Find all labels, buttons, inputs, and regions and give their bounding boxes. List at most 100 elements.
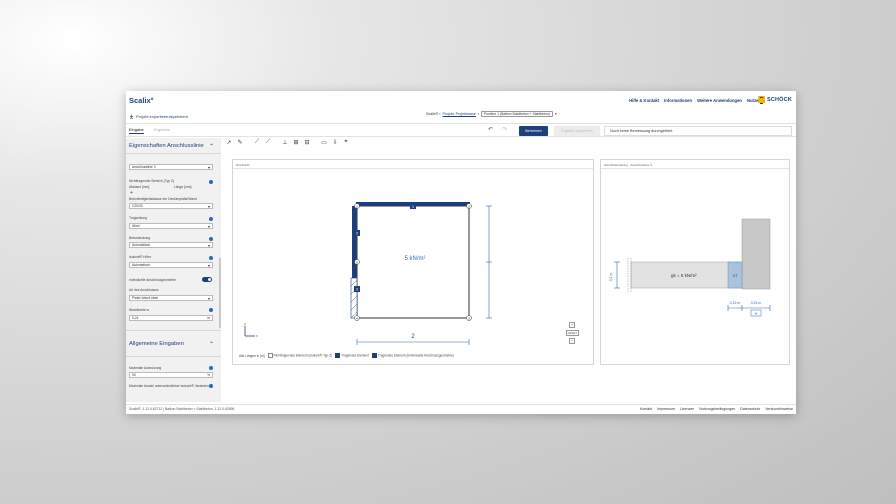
undo-icon[interactable]: ↶ [488, 126, 493, 133]
section-title-general[interactable]: Allgemeine Eingaben [129, 341, 184, 347]
version-info: Scalix®, 1.12.0.62712 | Balkon Stahlbeto… [129, 407, 235, 411]
info-icon[interactable] [209, 180, 213, 184]
breadcrumb-separator: • [477, 112, 480, 116]
utilization-label: Maximale Ausnutzung [129, 366, 162, 370]
info-icon[interactable] [209, 256, 213, 260]
footer-link-contact[interactable]: Kontakt [640, 407, 652, 411]
zoom-controls: + RESET − [565, 322, 579, 344]
individual-geometry-toggle[interactable] [202, 277, 212, 282]
footer-link-licenses[interactable]: Lizenzen [680, 407, 694, 411]
edit-shape-icon[interactable]: ✎ [236, 139, 244, 146]
schoeck-logo: SCHÖCK [757, 96, 792, 104]
app-window: Scalix° Hilfe & Kontakt Informationen We… [126, 91, 796, 414]
draw-polyline-icon[interactable]: ⟋ [264, 139, 272, 146]
betondeckung-select[interactable]: Automatisch [129, 242, 213, 248]
wall-section [741, 218, 771, 290]
section-view-panel: Schnittdarstellung - Anschlusslinie 3 XT… [600, 159, 790, 365]
schoeck-logo-icon [757, 96, 765, 104]
footer-links: Kontakt Impressum Lizenzen Nutzungsbedin… [640, 407, 793, 411]
top-navigation: Hilfe & Kontakt Informationen Weitere An… [629, 98, 760, 103]
breadcrumb: Scalix® • Projekt: Projektname • Positio… [426, 111, 557, 117]
nav-help[interactable]: Hilfe & Kontakt [629, 98, 659, 103]
column-icon[interactable]: ⊟ [303, 139, 311, 146]
monitor-icon[interactable]: ▭ [320, 139, 328, 146]
slab-outline[interactable] [356, 205, 470, 319]
top-view-panel: Draufsicht 1 2 3 1 2 3 4 5 5 kN/m² 2 x y… [232, 159, 594, 365]
select-cursor-icon[interactable]: ➚ [225, 139, 233, 146]
reset-button[interactable]: RESET [565, 330, 579, 336]
axis-x-label: x [256, 334, 258, 338]
legend-swatch [267, 353, 273, 358]
info-icon[interactable] [209, 366, 213, 370]
sidebar-scrollbar[interactable] [219, 258, 221, 328]
load-label[interactable]: 5 kN/m² [405, 256, 426, 262]
breadcrumb-root: Scalix® • [426, 112, 441, 116]
load-icon[interactable]: ⇩ [331, 139, 339, 146]
variants-label: Maximale Anzahl unterschiedlicher Isokor… [129, 384, 209, 388]
position-select[interactable]: Position 1 (Balkon Stahlbeton + Stahlbet… [481, 111, 553, 117]
utilization-input[interactable]: 90 % [129, 372, 213, 378]
redo-icon[interactable]: ↷ [502, 126, 507, 133]
xt-label: XT [732, 273, 738, 278]
edge-3-hatch[interactable] [350, 277, 358, 319]
edge-label-3: 3 [356, 288, 358, 292]
zoom-in-button[interactable]: + [569, 322, 576, 328]
concrete-label: Betonfestigkeitsklasse der Deckenplatte/… [129, 197, 197, 201]
properties-sidebar: Eigenschaften Anschlusslinie ⌃ Anschluss… [126, 138, 221, 402]
info-icon[interactable] [209, 384, 213, 388]
chevron-up-icon[interactable]: ⌃ [209, 143, 214, 150]
abstand-label: Abstand [mm] [129, 185, 150, 189]
legend-item: Tragendes Element (Individuelle Anschlus… [371, 353, 454, 358]
tragwirkung-select[interactable]: Wind [129, 223, 213, 229]
wall-width-input[interactable]: 0,24 m [129, 315, 213, 321]
line-select[interactable]: Anschlusslinie 3 [129, 164, 213, 170]
nontrag-label: Nichttragender Bereich (Typ Z) [129, 179, 175, 183]
scalix-logo[interactable]: Scalix° [129, 96, 154, 105]
concrete-select[interactable]: C25/30 [129, 203, 213, 209]
isokorb-height-select[interactable]: Automatisch [129, 262, 213, 268]
wall-icon[interactable]: ⊞ [292, 139, 300, 146]
zoom-out-button[interactable]: − [569, 338, 576, 344]
drawing-toolbar: ➚ ✎ ⟋ ⟋ ⊥ ⊞ ⊟ ▭ ⇩ ⌖ [225, 139, 350, 146]
tab-results[interactable]: Ergebnis [154, 127, 170, 132]
breadcrumb-project[interactable]: Projekt: Projektname [443, 112, 476, 116]
connection-type-label: Art des Anschlusses [129, 288, 159, 292]
axis-y-label: y [244, 322, 246, 326]
info-icon[interactable] [209, 308, 213, 312]
top-view-canvas[interactable]: 1 2 3 1 2 3 4 5 5 kN/m² 2 x y [233, 160, 595, 366]
chevron-up-icon[interactable]: ⌃ [209, 341, 214, 348]
chevron-down-icon[interactable]: ▾ [555, 112, 557, 116]
info-icon[interactable] [209, 217, 213, 221]
dimension-label-bottom: 2 [411, 334, 415, 340]
divider [126, 153, 221, 154]
export-result-button[interactable]: Ergebnis exportieren [554, 126, 600, 136]
section-title-line-properties[interactable]: Eigenschaften Anschlusslinie [129, 143, 204, 149]
footer-link-privacy[interactable]: Datenschutz [740, 407, 760, 411]
footer: Scalix®, 1.12.0.62712 | Balkon Stahlbeto… [126, 404, 796, 414]
footer-link-terms[interactable]: Nutzungsbedingungen [699, 407, 735, 411]
wall-width-label: Wandbreite w [129, 308, 150, 312]
individual-geometry-label: Individuelle Anschlussgeometrie [129, 278, 176, 282]
footer-link-release-notes[interactable]: Versionshinweise [765, 407, 793, 411]
app-header: Scalix° Hilfe & Kontakt Informationen We… [126, 91, 796, 113]
divider [126, 330, 221, 331]
nav-apps[interactable]: Weitere Anwendungen [697, 98, 742, 103]
draw-line-icon[interactable]: ⟋ [253, 139, 261, 146]
section-view-canvas[interactable]: XT gk = 5 kN/m² 0,2 m 0,12 m 0,24 m w [601, 160, 791, 366]
tragwirkung-label: Tragwirkung [129, 216, 148, 220]
tabs-row: Eingabe Ergebnis ↶ ↷ Berechnen Ergebnis … [126, 123, 796, 137]
nav-info[interactable]: Informationen [664, 98, 692, 103]
tab-input[interactable]: Eingabe [129, 127, 144, 134]
connection-type-select[interactable]: Platte-Wand oben [129, 295, 213, 301]
footer-link-imprint[interactable]: Impressum [657, 407, 675, 411]
info-icon[interactable] [209, 237, 213, 241]
add-range-button[interactable]: + [130, 190, 133, 196]
dimension-label-left: 0,2 m [609, 273, 613, 282]
dimension-label-a: 0,12 m [730, 301, 741, 305]
export-project-link[interactable]: Projekt exportieren/speichern [129, 114, 188, 119]
support-icon[interactable]: ⊥ [281, 139, 289, 146]
legend-swatch [371, 353, 377, 358]
calculate-button[interactable]: Berechnen [519, 126, 548, 136]
legend-units: Alle Längen in [m] [239, 353, 265, 358]
measure-icon[interactable]: ⌖ [342, 139, 350, 146]
